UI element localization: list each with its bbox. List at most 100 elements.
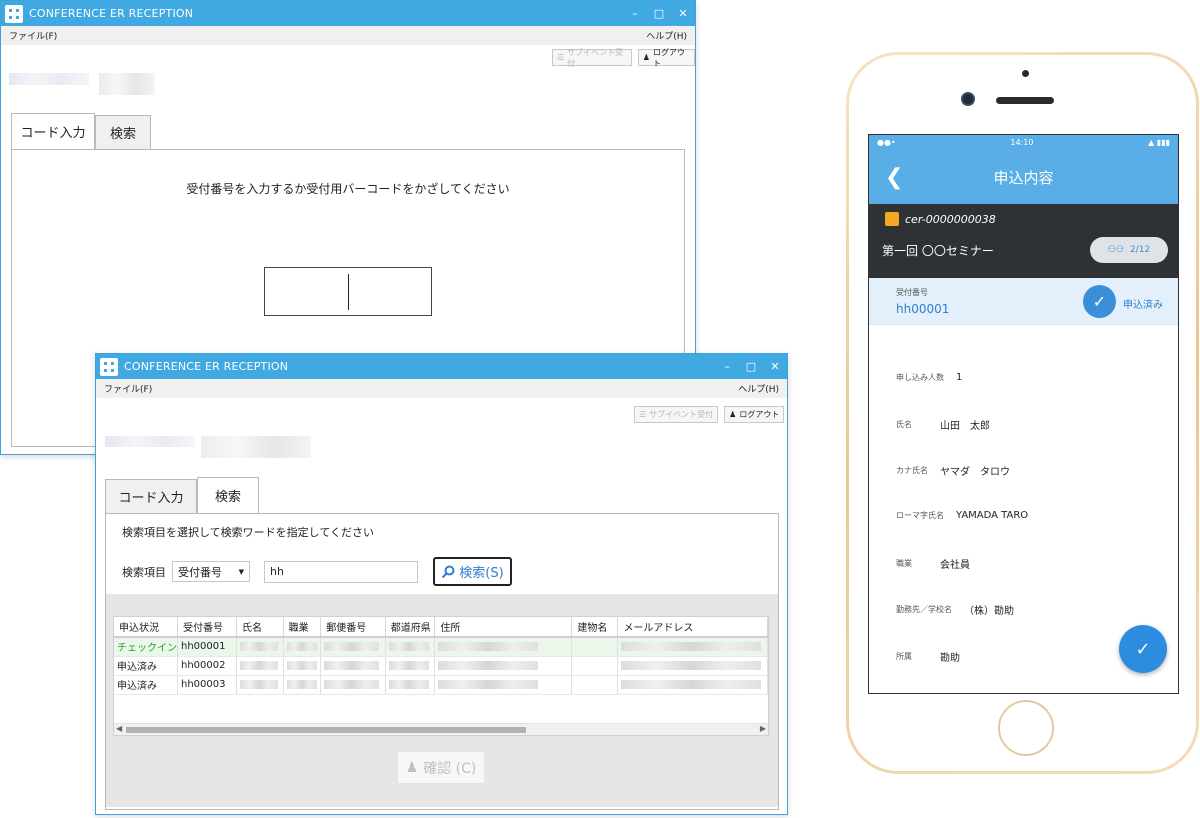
status-time: 14:10 — [1010, 138, 1034, 147]
horizontal-scrollbar[interactable]: ◀ ▶ — [114, 723, 768, 735]
people-icon: ⚇⚇ — [1107, 245, 1124, 255]
blurred-event-info — [9, 73, 89, 85]
logout-button[interactable]: ♟ ログアウト — [637, 47, 695, 68]
menu-bar: ファイル(F) ヘルプ(H) — [1, 26, 695, 45]
detail-field: ローマ字氏名 YAMADA TARO — [896, 510, 1028, 521]
column-header[interactable]: 氏名 — [236, 617, 284, 638]
menu-help[interactable]: ヘルプ(H) — [646, 29, 687, 42]
column-header[interactable]: 建物名 — [571, 617, 619, 638]
minimize-icon[interactable]: – — [623, 7, 647, 20]
logout-label: ログアウト — [652, 47, 685, 68]
scroll-right-icon[interactable]: ▶ — [760, 724, 766, 733]
phone-frame: ●●• 14:10 ▲ ▮▮▮ ❮ 申込内容 cer-0000000038 第一… — [846, 52, 1199, 774]
close-icon[interactable]: ✕ — [763, 360, 787, 373]
column-header[interactable]: 都道府県 — [385, 617, 436, 638]
blurred-cell — [286, 641, 317, 651]
detail-field: 勤務先／学校名 （株）勘助 — [896, 602, 1014, 617]
search-field-select[interactable]: 受付番号 ▼ — [172, 561, 250, 582]
subevent-button[interactable]: ☰ サブイベント受付 — [552, 48, 632, 68]
field-value: 1 — [956, 372, 963, 383]
blurred-cell — [240, 660, 279, 670]
subevent-label: サブイベント受付 — [649, 410, 714, 419]
field-label: 所属 — [896, 652, 912, 661]
number-cell: hh00001 — [177, 637, 238, 657]
window-title: CONFERENCE ER RECEPTION — [29, 7, 194, 20]
detail-field: 氏名 山田 太郎 — [896, 417, 990, 432]
checkmark-icon[interactable]: ✓ — [1083, 285, 1116, 318]
menu-bar: ファイル(F) ヘルプ(H) — [96, 379, 787, 398]
status-bar: ●●• 14:10 ▲ ▮▮▮ — [869, 135, 1178, 150]
field-value: 会社員 — [940, 560, 970, 571]
blurred-cell — [324, 660, 380, 670]
scroll-left-icon[interactable]: ◀ — [116, 724, 122, 733]
battery-icon: ▲ ▮▮▮ — [1148, 138, 1170, 147]
field-label: カナ氏名 — [896, 466, 928, 475]
tab-search[interactable]: 検索 — [95, 115, 151, 149]
tab-code-input[interactable]: コード入力 — [11, 113, 95, 149]
tab-code-input[interactable]: コード入力 — [105, 479, 197, 513]
home-button[interactable] — [998, 700, 1054, 756]
app-icon — [5, 4, 23, 23]
table-row[interactable]: 申込済み hh00002 — [114, 656, 768, 676]
search-icon — [442, 565, 455, 578]
column-header[interactable]: 郵便番号 — [320, 617, 386, 638]
minimize-icon[interactable]: – — [715, 360, 739, 373]
menu-file[interactable]: ファイル(F) — [104, 382, 152, 395]
field-value: YAMADA TARO — [956, 510, 1029, 521]
column-header[interactable]: 住所 — [434, 617, 573, 638]
receipt-section: 受付番号 hh00001 ✓ 申込済み — [869, 278, 1178, 325]
phone-screen: ●●• 14:10 ▲ ▮▮▮ ❮ 申込内容 cer-0000000038 第一… — [868, 134, 1179, 694]
column-header[interactable]: 申込状況 — [114, 617, 178, 638]
table-row[interactable]: チェックイン hh00001 — [114, 637, 768, 657]
scrollbar-thumb[interactable] — [126, 727, 526, 733]
column-header[interactable]: 受付番号 — [177, 617, 238, 638]
blurred-cell — [324, 641, 380, 651]
results-table: 申込状況 受付番号 氏名 職業 郵便番号 都道府県 住所 建物名 メールアドレス… — [113, 616, 769, 736]
search-button[interactable]: 検索(S) — [433, 557, 512, 586]
logout-button[interactable]: ♟ ログアウト — [724, 406, 785, 423]
code-input-field[interactable] — [264, 267, 432, 316]
menu-help[interactable]: ヘルプ(H) — [738, 382, 779, 395]
field-value: 山田 太郎 — [940, 421, 990, 432]
column-header[interactable]: 職業 — [283, 617, 322, 638]
detail-field: 所属 勘助 — [896, 649, 960, 664]
speaker-grille — [996, 97, 1054, 104]
subevent-button[interactable]: ☰ サブイベント受付 — [634, 406, 719, 423]
user-icon: ♟ — [729, 410, 737, 419]
blurred-cell — [286, 660, 317, 670]
maximize-icon[interactable]: □ — [739, 360, 763, 373]
logout-label: ログアウト — [739, 410, 780, 419]
blurred-cell — [438, 641, 539, 651]
receipt-number: hh00001 — [896, 302, 950, 316]
text-caret — [348, 274, 349, 310]
blurred-event-info — [105, 436, 195, 447]
sensor-dot — [1022, 70, 1029, 77]
field-label: 職業 — [896, 559, 912, 568]
attendee-count-badge[interactable]: ⚇⚇ 2/12 — [1090, 237, 1168, 263]
list-icon: ☰ — [639, 410, 647, 419]
number-cell: hh00003 — [177, 675, 238, 695]
field-label: 申し込み人数 — [896, 373, 944, 382]
confirm-button-label: 確認 (C) — [423, 760, 477, 777]
close-icon[interactable]: ✕ — [671, 7, 695, 20]
back-chevron-icon[interactable]: ❮ — [885, 165, 903, 190]
reception-window-search: CONFERENCE ER RECEPTION – □ ✕ ファイル(F) ヘル… — [95, 353, 788, 815]
tab-search[interactable]: 検索 — [197, 477, 259, 513]
field-value: 勘助 — [940, 653, 960, 664]
search-input[interactable]: hh — [264, 560, 418, 583]
blurred-cell — [621, 679, 762, 689]
dropdown-arrow-icon: ▼ — [238, 567, 244, 576]
column-header[interactable]: メールアドレス — [617, 617, 768, 638]
status-cell: 申込済み — [114, 656, 178, 676]
detail-field: 職業 会社員 — [896, 556, 970, 571]
title-bar[interactable]: CONFERENCE ER RECEPTION – □ ✕ — [1, 1, 695, 26]
title-bar[interactable]: CONFERENCE ER RECEPTION – □ ✕ — [96, 354, 787, 379]
table-row[interactable]: 申込済み hh00003 — [114, 675, 768, 695]
search-input-value: hh — [270, 565, 284, 578]
menu-file[interactable]: ファイル(F) — [9, 29, 57, 42]
checkin-fab-button[interactable]: ✓ — [1119, 625, 1167, 673]
maximize-icon[interactable]: □ — [647, 7, 671, 20]
blurred-cell — [438, 660, 539, 670]
search-field-label: 検索項目 — [122, 565, 166, 579]
confirm-button[interactable]: ♟ 確認 (C) — [397, 751, 485, 784]
